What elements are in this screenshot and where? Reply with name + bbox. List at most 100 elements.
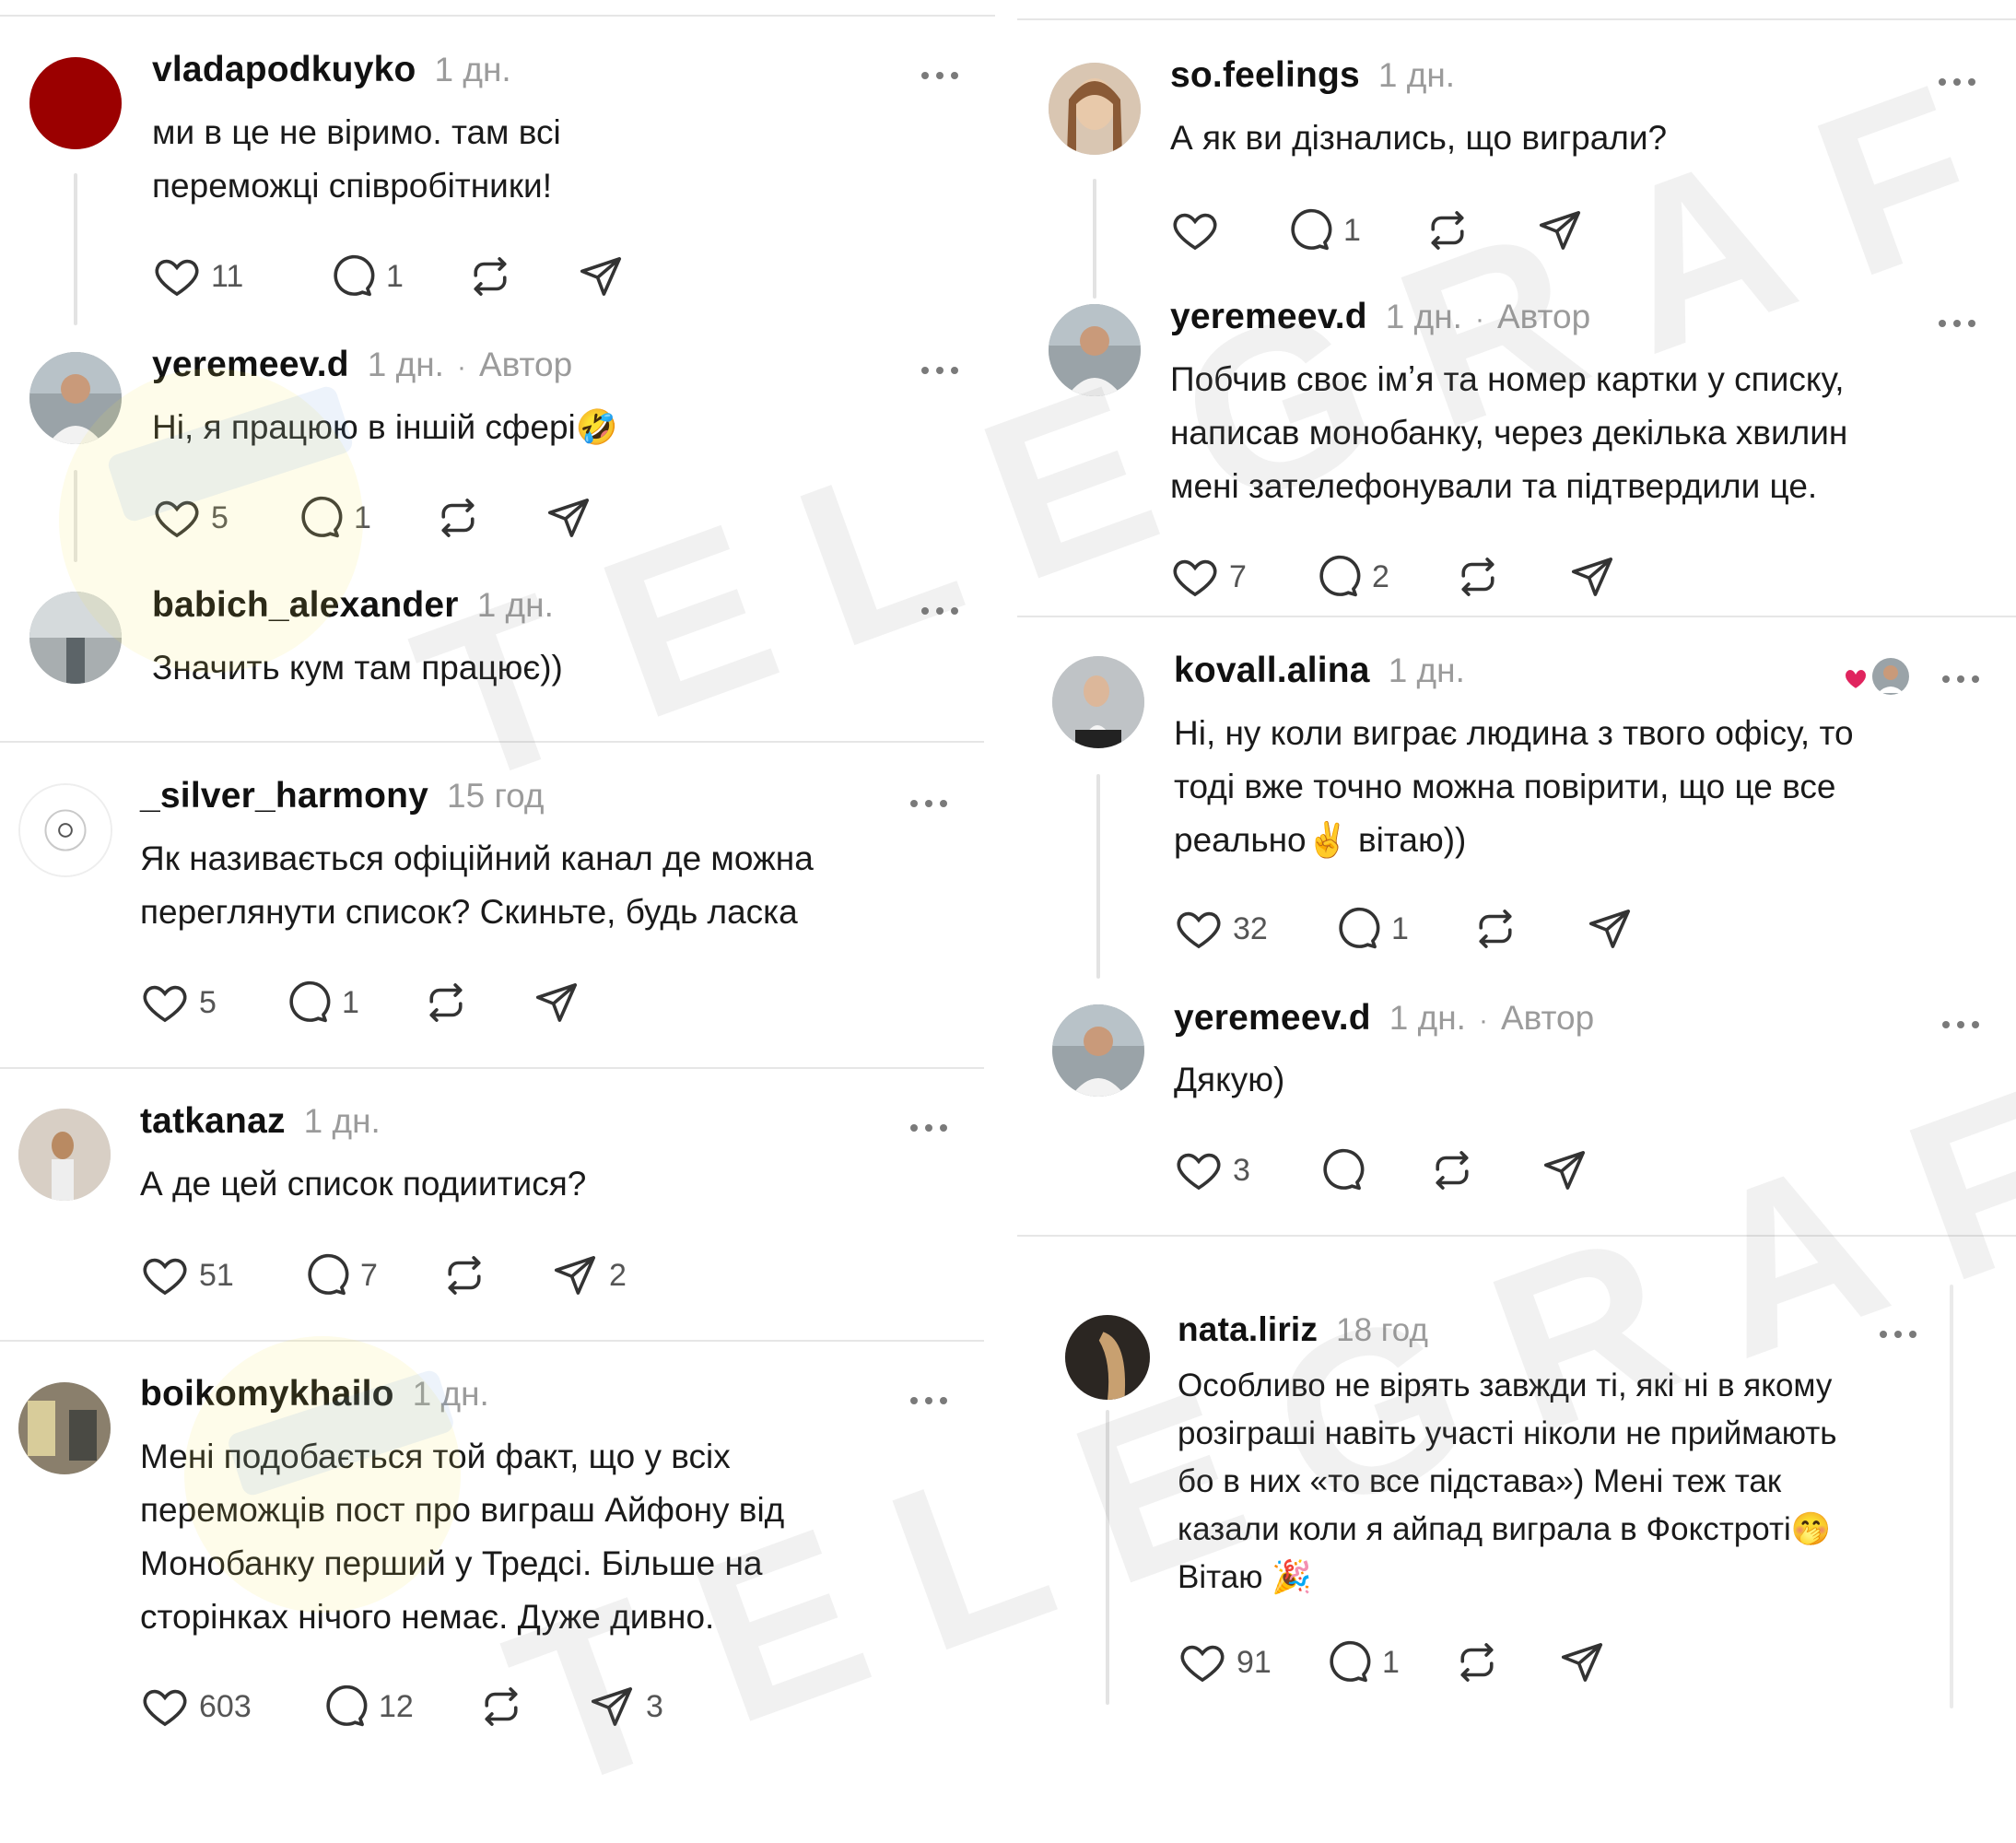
repost-button[interactable] (465, 252, 576, 301)
paper-plane-icon (1540, 1145, 1589, 1195)
username[interactable]: babich_alexander (152, 585, 459, 626)
repost-button[interactable] (440, 1250, 550, 1300)
share-button[interactable]: 2 (550, 1250, 627, 1300)
share-button[interactable]: 3 (587, 1682, 663, 1731)
like-button[interactable]: 11 (152, 252, 327, 301)
more-dots-icon[interactable] (921, 365, 958, 376)
like-button[interactable]: 91 (1178, 1638, 1323, 1687)
reply-button[interactable]: 1 (327, 252, 465, 301)
avatar[interactable] (1052, 1004, 1144, 1097)
timestamp: 1 дн. (476, 586, 554, 624)
reply-button[interactable]: 1 (295, 493, 433, 543)
reply-button[interactable]: 12 (320, 1682, 476, 1731)
heart-icon (1170, 205, 1220, 255)
more-dots-icon[interactable] (1942, 1019, 1979, 1030)
username[interactable]: vladapodkuyko (152, 50, 416, 90)
repost-button[interactable] (1453, 552, 1567, 602)
avatar[interactable] (1049, 63, 1141, 155)
more-dots-icon[interactable] (910, 798, 947, 809)
reply-button[interactable]: 1 (1284, 205, 1423, 255)
more-dots-icon[interactable] (910, 1122, 947, 1133)
avatar[interactable] (1065, 1315, 1150, 1400)
username[interactable]: yeremeev.d (152, 345, 349, 385)
share-button[interactable] (1585, 904, 1653, 954)
share-button[interactable] (532, 978, 600, 1027)
reply-button[interactable]: 1 (283, 978, 421, 1027)
share-button[interactable] (544, 493, 612, 543)
avatar[interactable] (29, 592, 122, 684)
heart-icon (1170, 552, 1220, 602)
like-button[interactable] (1170, 205, 1284, 255)
repost-button[interactable] (1427, 1145, 1540, 1195)
repost-icon (421, 978, 471, 1027)
comment-text: А де цей список подиитися? (140, 1165, 587, 1203)
username[interactable]: tatkanaz (140, 1101, 286, 1142)
username[interactable]: boikomykhailo (140, 1374, 394, 1415)
more-dots-icon[interactable] (1939, 76, 1975, 88)
share-button[interactable] (576, 252, 644, 301)
more-dots-icon[interactable] (1942, 674, 1979, 685)
thread-line (1106, 1410, 1109, 1705)
paper-plane-icon (550, 1250, 600, 1300)
reply-button[interactable]: 1 (1332, 904, 1471, 954)
more-dots-icon[interactable] (1939, 318, 1975, 329)
like-button[interactable]: 32 (1174, 904, 1332, 954)
heart-icon (1174, 904, 1224, 954)
like-button[interactable]: 5 (152, 493, 295, 543)
username[interactable]: yeremeev.d (1174, 998, 1371, 1039)
timestamp: 1 дн. (1389, 999, 1466, 1037)
like-button[interactable]: 51 (140, 1250, 301, 1300)
reply-button[interactable]: 7 (301, 1250, 440, 1300)
timestamp: 1 дн. (412, 1375, 489, 1413)
comment-text: Побчив своє імʼя та номер картки у списк… (1170, 360, 1848, 505)
comment-text: Мені подобається той факт, що у всіх пер… (140, 1438, 785, 1636)
more-dots-icon[interactable] (910, 1395, 947, 1406)
paper-plane-icon (576, 252, 626, 301)
repost-button[interactable] (476, 1682, 587, 1731)
like-count: 603 (199, 1688, 252, 1724)
paper-plane-icon (1557, 1638, 1607, 1687)
repost-button[interactable] (1452, 1638, 1557, 1687)
comment-text: Ні, ну коли виграє людина з твого офісу,… (1174, 714, 1854, 859)
share-button[interactable] (1557, 1638, 1625, 1687)
share-button[interactable] (1567, 552, 1635, 602)
username[interactable]: _silver_harmony (140, 776, 428, 816)
reply-button[interactable]: 2 (1313, 552, 1453, 602)
repost-button[interactable] (433, 493, 544, 543)
avatar[interactable] (29, 352, 122, 444)
username[interactable]: kovall.alina (1174, 651, 1370, 691)
reply-button[interactable] (1317, 1145, 1427, 1195)
speech-bubble-icon (1323, 1638, 1373, 1687)
repost-button[interactable] (421, 978, 532, 1027)
username[interactable]: yeremeev.d (1170, 297, 1367, 337)
repost-icon (476, 1682, 526, 1731)
repost-button[interactable] (1471, 904, 1585, 954)
share-button[interactable] (1535, 205, 1603, 255)
more-dots-icon[interactable] (921, 605, 958, 616)
like-button[interactable]: 3 (1174, 1145, 1317, 1195)
like-button[interactable]: 603 (140, 1682, 320, 1731)
repost-icon (465, 252, 515, 301)
reply-count: 7 (360, 1257, 378, 1293)
username[interactable]: nata.liriz (1178, 1310, 1318, 1349)
repost-icon (1423, 205, 1472, 255)
comment-text: Значить кум там працює)) (152, 649, 563, 687)
reply-button[interactable]: 1 (1323, 1638, 1452, 1687)
heart-icon (152, 252, 202, 301)
avatar[interactable] (29, 57, 122, 149)
avatar[interactable] (18, 783, 112, 877)
repost-button[interactable] (1423, 205, 1535, 255)
timestamp: 1 дн. (1388, 652, 1465, 689)
more-dots-icon[interactable] (921, 70, 958, 81)
avatar[interactable] (18, 1109, 111, 1201)
avatar[interactable] (1052, 656, 1144, 748)
like-button[interactable]: 5 (140, 978, 283, 1027)
avatar[interactable] (1049, 304, 1141, 396)
reply-count: 2 (1372, 558, 1389, 594)
like-button[interactable]: 7 (1170, 552, 1313, 602)
avatar[interactable] (18, 1382, 111, 1474)
username[interactable]: so.feelings (1170, 55, 1360, 96)
speech-bubble-icon (1284, 205, 1334, 255)
share-button[interactable] (1540, 1145, 1608, 1195)
more-dots-icon[interactable] (1880, 1329, 1916, 1340)
